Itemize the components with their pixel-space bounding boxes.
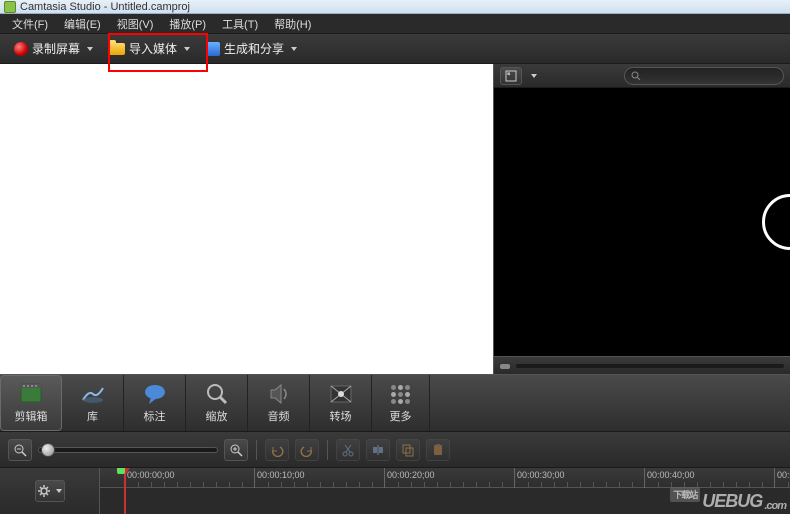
preview-toolbar <box>494 64 790 88</box>
cut-button[interactable] <box>336 439 360 461</box>
play-icon <box>762 194 790 250</box>
clipbin-icon <box>17 382 45 406</box>
gear-icon <box>37 484 51 498</box>
chevron-down-icon[interactable] <box>531 74 537 78</box>
record-label: 录制屏幕 <box>32 40 80 57</box>
tab-label: 库 <box>87 408 98 424</box>
preview-scrubber[interactable] <box>494 356 790 374</box>
ruler-tick: 00:00:10;00 <box>254 468 255 488</box>
tab-label: 标注 <box>144 408 166 424</box>
tick-label: 00:00:10;00 <box>257 470 305 480</box>
zoom-icon <box>203 382 231 406</box>
ruler-tick: 00:00:30;00 <box>514 468 515 488</box>
tab-callouts[interactable]: 标注 <box>124 375 186 431</box>
record-screen-button[interactable]: 录制屏幕 <box>8 37 99 60</box>
chevron-down-icon <box>184 47 190 51</box>
timeline-settings-button[interactable] <box>35 480 65 502</box>
menu-help[interactable]: 帮助(H) <box>266 14 319 34</box>
timeline: 00:00:00;00 00:00:10;00 00:00:20;00 00:00:3… <box>0 468 790 514</box>
menu-tools[interactable]: 工具(T) <box>214 14 266 34</box>
zoom-slider[interactable] <box>38 447 218 453</box>
record-icon <box>14 42 28 56</box>
tab-transitions[interactable]: 转场 <box>310 375 372 431</box>
tab-label: 更多 <box>390 408 412 424</box>
shrink-to-fit-button[interactable] <box>500 67 522 85</box>
paste-button[interactable] <box>426 439 450 461</box>
import-label: 导入媒体 <box>129 40 177 57</box>
menu-edit[interactable]: 编辑(E) <box>56 14 109 34</box>
tab-audio[interactable]: 音频 <box>248 375 310 431</box>
tick-label: 00:00:50;00 <box>777 470 790 480</box>
import-media-button[interactable]: 导入媒体 <box>103 37 196 60</box>
zoom-out-button[interactable] <box>8 439 32 461</box>
zoom-slider-thumb[interactable] <box>41 443 55 457</box>
ruler-tick: 00:00:50;00 <box>774 468 775 488</box>
preview-canvas[interactable] <box>494 88 790 356</box>
tab-library[interactable]: 库 <box>62 375 124 431</box>
task-tabs: 剪辑箱 库 标注 缩放 音频 转场 更多 <box>0 374 790 432</box>
main-area <box>0 64 790 374</box>
split-button[interactable] <box>366 439 390 461</box>
timeline-left-panel <box>0 468 100 514</box>
produce-share-button[interactable]: 生成和分享 <box>200 37 303 60</box>
library-icon <box>79 382 107 406</box>
search-icon <box>631 71 641 81</box>
ruler-tick: 00:00:40;00 <box>644 468 645 488</box>
tick-label: 00:00:00;00 <box>127 470 175 480</box>
chevron-down-icon <box>87 47 93 51</box>
playhead[interactable] <box>124 468 126 514</box>
menu-view[interactable]: 视图(V) <box>109 14 162 34</box>
tab-more[interactable]: 更多 <box>372 375 430 431</box>
tick-label: 00:00:40;00 <box>647 470 695 480</box>
timeline-toolbar <box>0 432 790 468</box>
title-bar: Camtasia Studio - Untitled.camproj <box>0 0 790 14</box>
window-title: Camtasia Studio - Untitled.camproj <box>20 1 190 13</box>
menu-play[interactable]: 播放(P) <box>161 14 214 34</box>
preview-panel <box>494 64 790 374</box>
folder-icon <box>109 43 125 55</box>
undo-button[interactable] <box>265 439 289 461</box>
ruler-tick: 00:00:20;00 <box>384 468 385 488</box>
audio-icon <box>265 382 293 406</box>
tick-label: 00:00:20;00 <box>387 470 435 480</box>
tab-zoom[interactable]: 缩放 <box>186 375 248 431</box>
transitions-icon <box>327 382 355 406</box>
tab-label: 转场 <box>330 408 352 424</box>
tab-label: 音频 <box>268 408 290 424</box>
main-toolbar: 录制屏幕 导入媒体 生成和分享 <box>0 34 790 64</box>
preview-search-input[interactable] <box>624 67 784 85</box>
chevron-down-icon <box>56 489 62 493</box>
clip-bin-panel[interactable] <box>0 64 494 374</box>
callout-icon <box>141 382 169 406</box>
app-icon <box>4 1 16 13</box>
menu-file[interactable]: 文件(F) <box>4 14 56 34</box>
tab-label: 剪辑箱 <box>15 408 48 424</box>
fit-icon <box>505 70 517 82</box>
timeline-ruler[interactable]: 00:00:00;00 00:00:10;00 00:00:20;00 00:00:3… <box>100 468 790 514</box>
more-icon <box>387 382 415 406</box>
tab-clip-bin[interactable]: 剪辑箱 <box>0 375 62 431</box>
tab-label: 缩放 <box>206 408 228 424</box>
tab-spacer <box>430 375 790 431</box>
tick-label: 00:00:30;00 <box>517 470 565 480</box>
chevron-down-icon <box>291 47 297 51</box>
share-icon <box>206 42 220 56</box>
produce-label: 生成和分享 <box>224 40 284 57</box>
zoom-in-button[interactable] <box>224 439 248 461</box>
menu-bar: 文件(F) 编辑(E) 视图(V) 播放(P) 工具(T) 帮助(H) <box>0 14 790 34</box>
copy-button[interactable] <box>396 439 420 461</box>
redo-button[interactable] <box>295 439 319 461</box>
